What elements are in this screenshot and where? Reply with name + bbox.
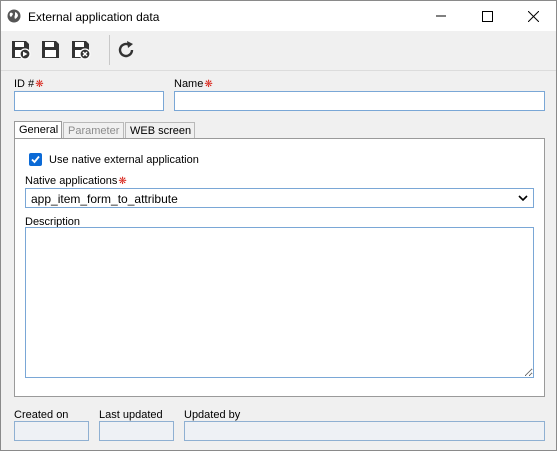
- checkmark-icon: [31, 155, 40, 164]
- name-input[interactable]: [174, 91, 545, 111]
- save-and-new-button[interactable]: [8, 37, 34, 63]
- updated-by-label: Updated by: [184, 409, 241, 421]
- required-icon: ❋: [204, 79, 213, 90]
- name-label-text: Name: [174, 78, 204, 90]
- refresh-button[interactable]: [113, 37, 139, 63]
- maximize-icon: [481, 10, 493, 22]
- refresh-icon: [118, 41, 134, 58]
- native-apps-select[interactable]: app_item_form_to_attribute: [25, 188, 534, 208]
- close-button[interactable]: [510, 1, 556, 31]
- minimize-button[interactable]: [418, 1, 464, 31]
- floppy-close-icon: [72, 41, 91, 60]
- id-input[interactable]: [14, 91, 164, 111]
- last-updated-label: Last updated: [99, 409, 163, 421]
- use-native-checkbox[interactable]: [29, 153, 42, 166]
- floppy-plus-icon: [12, 41, 31, 60]
- description-textarea[interactable]: [25, 227, 534, 378]
- native-apps-label-text: Native applications: [25, 175, 118, 187]
- native-apps-value: app_item_form_to_attribute: [31, 192, 178, 206]
- toolbar: [1, 31, 556, 71]
- id-label-text: ID #: [14, 78, 35, 90]
- save-and-close-button[interactable]: [68, 37, 94, 63]
- updated-by-field: [184, 421, 545, 441]
- tab-parameter: Parameter: [63, 122, 124, 139]
- floppy-icon: [42, 41, 59, 58]
- id-label: ID #❋: [14, 78, 44, 90]
- minimize-icon: [436, 15, 446, 17]
- maximize-button[interactable]: [464, 1, 510, 31]
- window-title: External application data: [28, 10, 160, 24]
- name-label: Name❋: [174, 78, 213, 90]
- required-icon: ❋: [118, 176, 127, 187]
- tab-general[interactable]: General: [14, 121, 62, 139]
- title-bar: External application data: [1, 1, 556, 31]
- created-on-label: Created on: [14, 409, 69, 421]
- general-tab-panel: Use native external application Native a…: [14, 138, 545, 397]
- close-icon: [527, 10, 539, 22]
- last-updated-field: [99, 421, 174, 441]
- required-icon: ❋: [35, 79, 44, 90]
- tab-web-screen[interactable]: WEB screen: [125, 122, 195, 139]
- dialog-window: External application data ID #❋ Name❋ Ge…: [0, 0, 557, 451]
- globe-icon: [7, 9, 21, 23]
- save-button[interactable]: [38, 37, 64, 63]
- native-apps-label: Native applications❋: [25, 175, 127, 187]
- chevron-down-icon: [518, 195, 528, 202]
- use-native-label[interactable]: Use native external application: [49, 154, 199, 166]
- toolbar-separator: [109, 35, 110, 65]
- created-on-field: [14, 421, 89, 441]
